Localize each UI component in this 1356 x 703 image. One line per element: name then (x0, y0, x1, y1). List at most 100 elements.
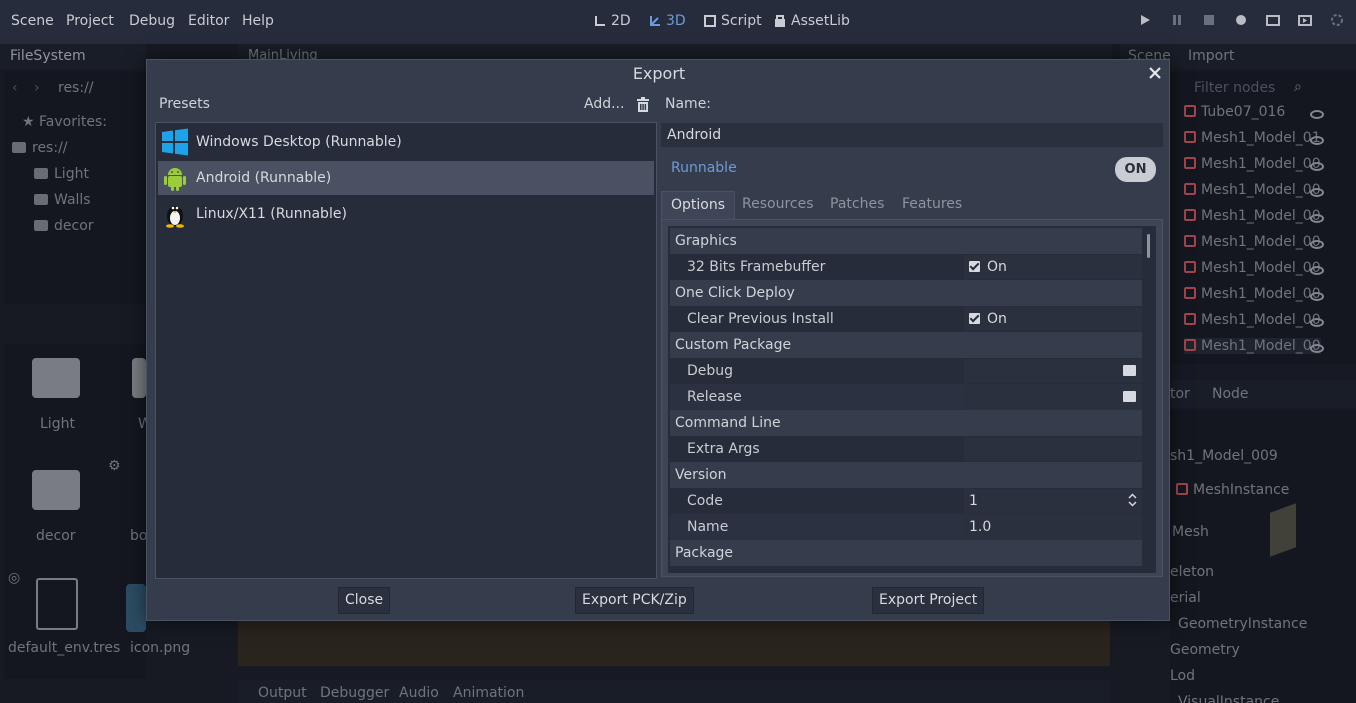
play-scene-icon[interactable] (1266, 13, 1280, 27)
back-arrow-icon[interactable]: ‹ (12, 80, 18, 96)
tab-import[interactable]: Import (1188, 48, 1234, 64)
tree-item[interactable]: Walls (34, 192, 91, 208)
export-project-button[interactable]: Export Project (872, 587, 985, 614)
workspace-assetlib[interactable]: AssetLib (773, 13, 850, 29)
runnable-toggle[interactable]: ON (1115, 157, 1156, 182)
menu-editor[interactable]: Editor (188, 13, 229, 29)
visibility-eye-icon[interactable] (1310, 344, 1324, 353)
tab-resources[interactable]: Resources (733, 191, 823, 219)
visibility-eye-icon[interactable] (1310, 214, 1324, 223)
preset-android[interactable]: Android (Runnable) (158, 161, 654, 195)
menu-debug[interactable]: Debug (129, 13, 175, 29)
grid-item-label[interactable]: Light (40, 416, 75, 432)
tab-features[interactable]: Features (893, 191, 971, 219)
tree-root[interactable]: res:// (12, 140, 68, 156)
section-one-click-deploy[interactable]: One Click Deploy (670, 280, 1142, 306)
filesystem-path[interactable]: res:// (58, 80, 94, 96)
close-icon[interactable] (1145, 63, 1165, 83)
folder-icon[interactable] (1123, 391, 1136, 402)
tab-node[interactable]: Node (1212, 386, 1249, 402)
tab-output[interactable]: Output (258, 685, 307, 701)
visibility-eye-icon[interactable] (1310, 240, 1324, 249)
grid-item-label[interactable]: bo (130, 528, 147, 544)
preset-name-input[interactable]: Android (661, 123, 1163, 147)
grid-item-label[interactable]: default_env.tres (8, 640, 120, 656)
workspace-script[interactable]: Script (703, 13, 762, 29)
pause-icon[interactable] (1170, 13, 1184, 27)
prop-checkbox[interactable]: On (964, 307, 1142, 331)
options-scrollbar[interactable] (1146, 228, 1152, 571)
prop-file-field[interactable] (964, 359, 1142, 383)
trash-icon[interactable] (636, 97, 650, 113)
menu-project[interactable]: Project (66, 13, 114, 29)
tab-audio[interactable]: Audio (399, 685, 439, 701)
workspace-2d[interactable]: 2D (593, 13, 631, 29)
tab-debugger[interactable]: Debugger (320, 685, 389, 701)
inspector-item[interactable]: VisualInstance (1178, 694, 1279, 703)
menu-scene[interactable]: Scene (11, 13, 54, 29)
play-icon[interactable] (1138, 13, 1152, 27)
visibility-eye-icon[interactable] (1310, 136, 1324, 145)
section-command-line[interactable]: Command Line (670, 410, 1142, 436)
prop-text-field[interactable]: 1.0 (964, 515, 1142, 539)
inspector-item[interactable]: Geometry (1170, 642, 1240, 658)
section-version[interactable]: Version (670, 462, 1142, 488)
export-pck-zip-button[interactable]: Export PCK/Zip (575, 587, 694, 614)
spinner-arrows-icon[interactable] (1128, 493, 1137, 507)
tree-item[interactable]: Light (34, 166, 89, 182)
scene-node[interactable]: Mesh1_Model_01 (1184, 130, 1321, 146)
tab-patches[interactable]: Patches (821, 191, 893, 219)
inspector-item[interactable]: eleton (1170, 564, 1214, 580)
preset-windows[interactable]: Windows Desktop (Runnable) (158, 125, 654, 159)
tree-item[interactable]: decor (34, 218, 94, 234)
visibility-eye-icon[interactable] (1310, 188, 1324, 197)
section-package[interactable]: Package (670, 540, 1142, 566)
workspace-3d[interactable]: 3D (648, 13, 686, 29)
inspector-item[interactable]: erial (1170, 590, 1201, 606)
menu-help[interactable]: Help (242, 13, 274, 29)
visibility-eye-icon[interactable] (1310, 266, 1324, 275)
play-custom-icon[interactable] (1298, 13, 1312, 27)
visibility-eye-icon[interactable] (1310, 110, 1324, 119)
tab-inspector[interactable]: tor (1170, 386, 1190, 402)
scene-node[interactable]: Mesh1_Model_00 (1184, 208, 1321, 224)
close-button[interactable]: Close (338, 587, 391, 614)
prop-checkbox[interactable]: On (964, 255, 1142, 279)
file-icon (36, 578, 78, 630)
scene-node[interactable]: Mesh1_Model_00 (1184, 286, 1321, 302)
scene-node[interactable]: Mesh1_Model_00 (1184, 182, 1321, 198)
section-custom-package[interactable]: Custom Package (670, 332, 1142, 358)
filter-nodes-input[interactable]: Filter nodes (1194, 80, 1275, 96)
folder-icon[interactable] (1123, 365, 1136, 376)
visibility-eye-icon[interactable] (1310, 292, 1324, 301)
add-preset-button[interactable]: Add... (584, 96, 624, 112)
viewport-3d[interactable] (238, 621, 1110, 666)
visibility-eye-icon[interactable] (1310, 162, 1324, 171)
visibility-eye-icon[interactable] (1310, 318, 1324, 327)
checkbox-checked-icon (969, 261, 980, 272)
filesystem-tab[interactable]: FileSystem (10, 48, 86, 64)
prop-text-field[interactable] (964, 437, 1142, 461)
inspector-item[interactable]: Lod (1170, 668, 1195, 684)
scene-node[interactable]: Mesh1_Model_00 (1184, 260, 1321, 276)
prop-file-field[interactable] (964, 385, 1142, 409)
scene-node[interactable]: Mesh1_Model_00 (1184, 312, 1321, 328)
scene-node[interactable]: Mesh1_Model_00 (1184, 156, 1321, 172)
tab-animation[interactable]: Animation (453, 685, 524, 701)
grid-item-label[interactable]: decor (36, 528, 76, 544)
section-graphics[interactable]: Graphics (670, 228, 1142, 254)
stop-icon[interactable] (1202, 13, 1216, 27)
scrollbar-thumb[interactable] (1147, 234, 1150, 258)
prop-spinbox[interactable]: 1 (964, 489, 1142, 513)
grid-item-label[interactable]: icon.png (130, 640, 190, 656)
inspector-item[interactable]: GeometryInstance (1178, 616, 1307, 632)
tab-options[interactable]: Options (661, 191, 736, 219)
mesh-preview[interactable] (1270, 503, 1296, 557)
forward-arrow-icon[interactable]: › (34, 80, 40, 96)
scene-node[interactable]: Tube07_016 (1184, 104, 1285, 120)
scene-node[interactable]: Mesh1_Model_00 (1184, 338, 1321, 354)
remote-debug-icon[interactable] (1234, 13, 1248, 27)
preset-linux[interactable]: Linux/X11 (Runnable) (158, 197, 654, 231)
scene-node[interactable]: Mesh1_Model_00 (1184, 234, 1321, 250)
prop-label: Code (687, 493, 723, 509)
